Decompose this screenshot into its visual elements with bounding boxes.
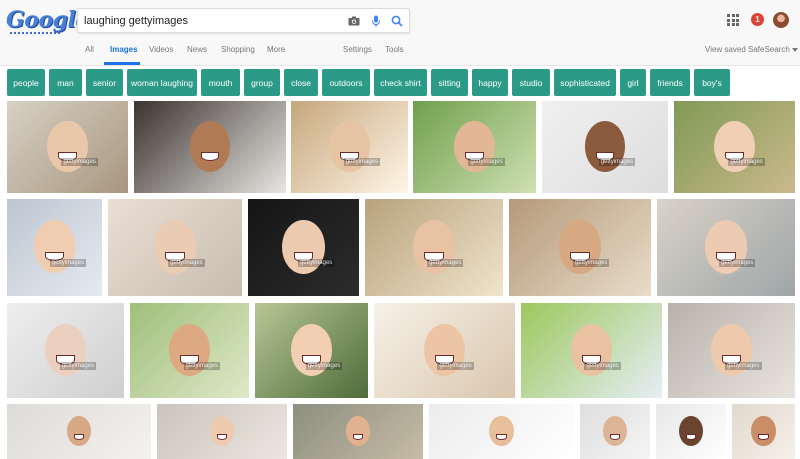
watermark: gettyimages — [49, 259, 87, 268]
safesearch-label: SafeSearch — [748, 45, 790, 54]
chip-mouth[interactable]: mouth — [201, 69, 240, 96]
image-result[interactable]: gettyimages — [374, 303, 515, 398]
related-search-chips: people man senior woman laughing mouth g… — [0, 69, 800, 97]
chip-senior[interactable]: senior — [86, 69, 123, 96]
tab-images[interactable]: Images — [110, 45, 138, 54]
chip-check-shirt[interactable]: check shirt — [374, 69, 427, 96]
photo-face — [209, 416, 235, 447]
image-result[interactable] — [580, 404, 650, 459]
search-icon[interactable] — [389, 13, 405, 29]
image-result[interactable]: gettyimages — [255, 303, 368, 398]
photo-face — [489, 416, 514, 447]
image-result[interactable]: gettyimages — [509, 199, 651, 296]
image-result[interactable]: gettyimages — [108, 199, 242, 296]
chip-outdoors[interactable]: outdoors — [322, 69, 370, 96]
image-result[interactable]: gettyimages — [248, 199, 359, 296]
chevron-down-icon — [791, 47, 798, 52]
notification-badge[interactable]: 1 — [751, 13, 764, 26]
image-result[interactable] — [134, 101, 286, 193]
image-result[interactable]: gettyimages — [7, 199, 102, 296]
image-result[interactable] — [7, 404, 151, 459]
photo-face — [678, 416, 704, 447]
photo-smile — [200, 151, 220, 161]
tab-news[interactable]: News — [187, 45, 207, 54]
image-result[interactable]: gettyimages — [291, 101, 408, 193]
image-result[interactable]: gettyimages — [130, 303, 249, 398]
watermark: gettyimages — [168, 259, 205, 268]
chip-friends[interactable]: friends — [650, 69, 690, 96]
photo-smile — [685, 434, 697, 440]
photo-face — [345, 416, 371, 447]
chip-boys[interactable]: boy's — [694, 69, 730, 96]
watermark: gettyimages — [725, 361, 762, 370]
watermark: gettyimages — [297, 259, 335, 268]
photo-smile — [73, 434, 85, 440]
photo-smile — [352, 434, 364, 440]
photo-face — [751, 416, 776, 447]
safesearch-menu[interactable]: SafeSearch — [748, 45, 798, 54]
image-result[interactable]: gettyimages — [657, 199, 795, 296]
chip-people[interactable]: people — [7, 69, 45, 96]
image-result[interactable]: gettyimages — [521, 303, 662, 398]
photo-face — [66, 416, 92, 447]
watermark: gettyimages — [183, 361, 220, 370]
photo-face — [602, 416, 628, 447]
image-result[interactable] — [656, 404, 726, 459]
watermark: gettyimages — [598, 158, 636, 167]
image-result[interactable]: gettyimages — [674, 101, 795, 193]
image-result[interactable]: gettyimages — [7, 101, 128, 193]
search-box — [77, 8, 410, 33]
image-result[interactable]: gettyimages — [542, 101, 668, 193]
image-result[interactable]: gettyimages — [7, 303, 124, 398]
tools-link[interactable]: Tools — [385, 45, 404, 54]
image-result[interactable]: gettyimages — [413, 101, 536, 193]
photo-smile — [496, 434, 507, 440]
watermark: gettyimages — [719, 259, 756, 268]
watermark: gettyimages — [572, 259, 610, 268]
chip-woman-laughing[interactable]: woman laughing — [127, 69, 197, 96]
chip-man[interactable]: man — [49, 69, 82, 96]
watermark: gettyimages — [343, 158, 380, 167]
view-saved-link[interactable]: View saved — [705, 45, 746, 54]
chip-group[interactable]: group — [244, 69, 280, 96]
tab-videos[interactable]: Videos — [149, 45, 173, 54]
image-result[interactable]: gettyimages — [365, 199, 503, 296]
watermark: gettyimages — [728, 158, 765, 167]
watermark: gettyimages — [427, 259, 464, 268]
photo-smile — [216, 434, 228, 440]
header-bar: Google 1 All Images Videos News Shopping… — [0, 0, 800, 66]
watermark: gettyimages — [584, 361, 621, 370]
chip-close[interactable]: close — [284, 69, 318, 96]
chip-sophisticated[interactable]: sophisticated — [554, 69, 616, 96]
image-result[interactable] — [157, 404, 287, 459]
chip-happy[interactable]: happy — [472, 69, 508, 96]
watermark: gettyimages — [305, 361, 343, 370]
photo-face — [189, 121, 231, 172]
chip-studio[interactable]: studio — [512, 69, 550, 96]
image-result[interactable] — [293, 404, 423, 459]
logo-decoration — [10, 30, 60, 34]
active-tab-indicator — [104, 62, 140, 65]
settings-link[interactable]: Settings — [343, 45, 372, 54]
watermark: gettyimages — [59, 361, 96, 370]
watermark: gettyimages — [61, 158, 98, 167]
photo-smile — [758, 434, 769, 440]
camera-icon[interactable] — [346, 13, 362, 29]
microphone-icon[interactable] — [368, 13, 384, 29]
chip-sitting[interactable]: sitting — [431, 69, 468, 96]
image-result[interactable] — [732, 404, 795, 459]
image-result[interactable] — [429, 404, 574, 459]
watermark: gettyimages — [468, 158, 505, 167]
apps-grid-icon[interactable] — [727, 14, 739, 26]
tab-more[interactable]: More — [267, 45, 285, 54]
chip-girl[interactable]: girl — [620, 69, 646, 96]
tab-all[interactable]: All — [85, 45, 94, 54]
tab-shopping[interactable]: Shopping — [221, 45, 255, 54]
search-input[interactable] — [84, 12, 334, 30]
photo-smile — [609, 434, 621, 440]
image-result[interactable]: gettyimages — [668, 303, 795, 398]
avatar[interactable] — [773, 12, 789, 28]
watermark: gettyimages — [437, 361, 474, 370]
